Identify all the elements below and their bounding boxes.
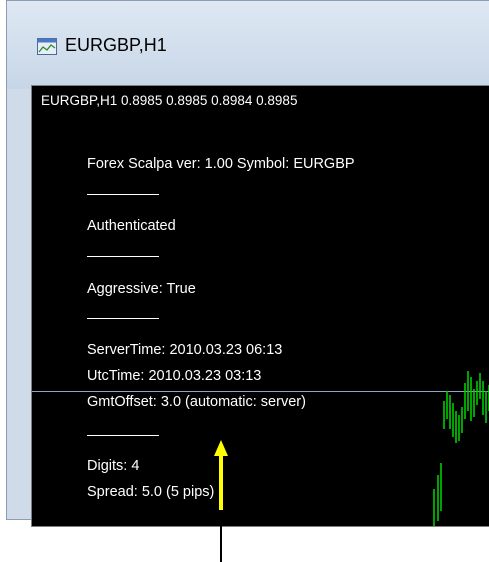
status-server-time: ServerTime: 2010.03.23 06:13 xyxy=(87,342,283,358)
status-spread: Spread: 5.0 (5 pips) xyxy=(87,484,215,500)
annotation-arrow-head xyxy=(214,440,228,456)
chart-window-icon xyxy=(37,38,57,55)
status-gmt-offset: GmtOffset: 3.0 (automatic: server) xyxy=(87,394,306,410)
separator xyxy=(87,256,159,257)
candlestick-bars xyxy=(433,371,489,526)
status-utc-time: UtcTime: 2010.03.23 03:13 xyxy=(87,368,262,384)
separator xyxy=(87,435,159,436)
chart-area[interactable]: EURGBP,H1 0.8985 0.8985 0.8984 0.8985 Fo… xyxy=(31,85,489,527)
chart-header: EURGBP,H1 0.8985 0.8985 0.8984 0.8985 xyxy=(41,93,298,108)
separator xyxy=(87,194,159,195)
status-aggressive: Aggressive: True xyxy=(87,281,196,297)
separator xyxy=(87,318,159,319)
window-title: EURGBP,H1 xyxy=(65,35,167,55)
status-auth: Authenticated xyxy=(87,218,176,234)
window-titlebar[interactable]: EURGBP,H1 xyxy=(7,1,489,89)
annotation-arrow-shaft xyxy=(219,455,223,510)
price-line xyxy=(32,391,489,392)
status-digits: Digits: 4 xyxy=(87,458,140,474)
status-version: Forex Scalpa ver: 1.00 Symbol: EURGBP xyxy=(87,156,355,172)
